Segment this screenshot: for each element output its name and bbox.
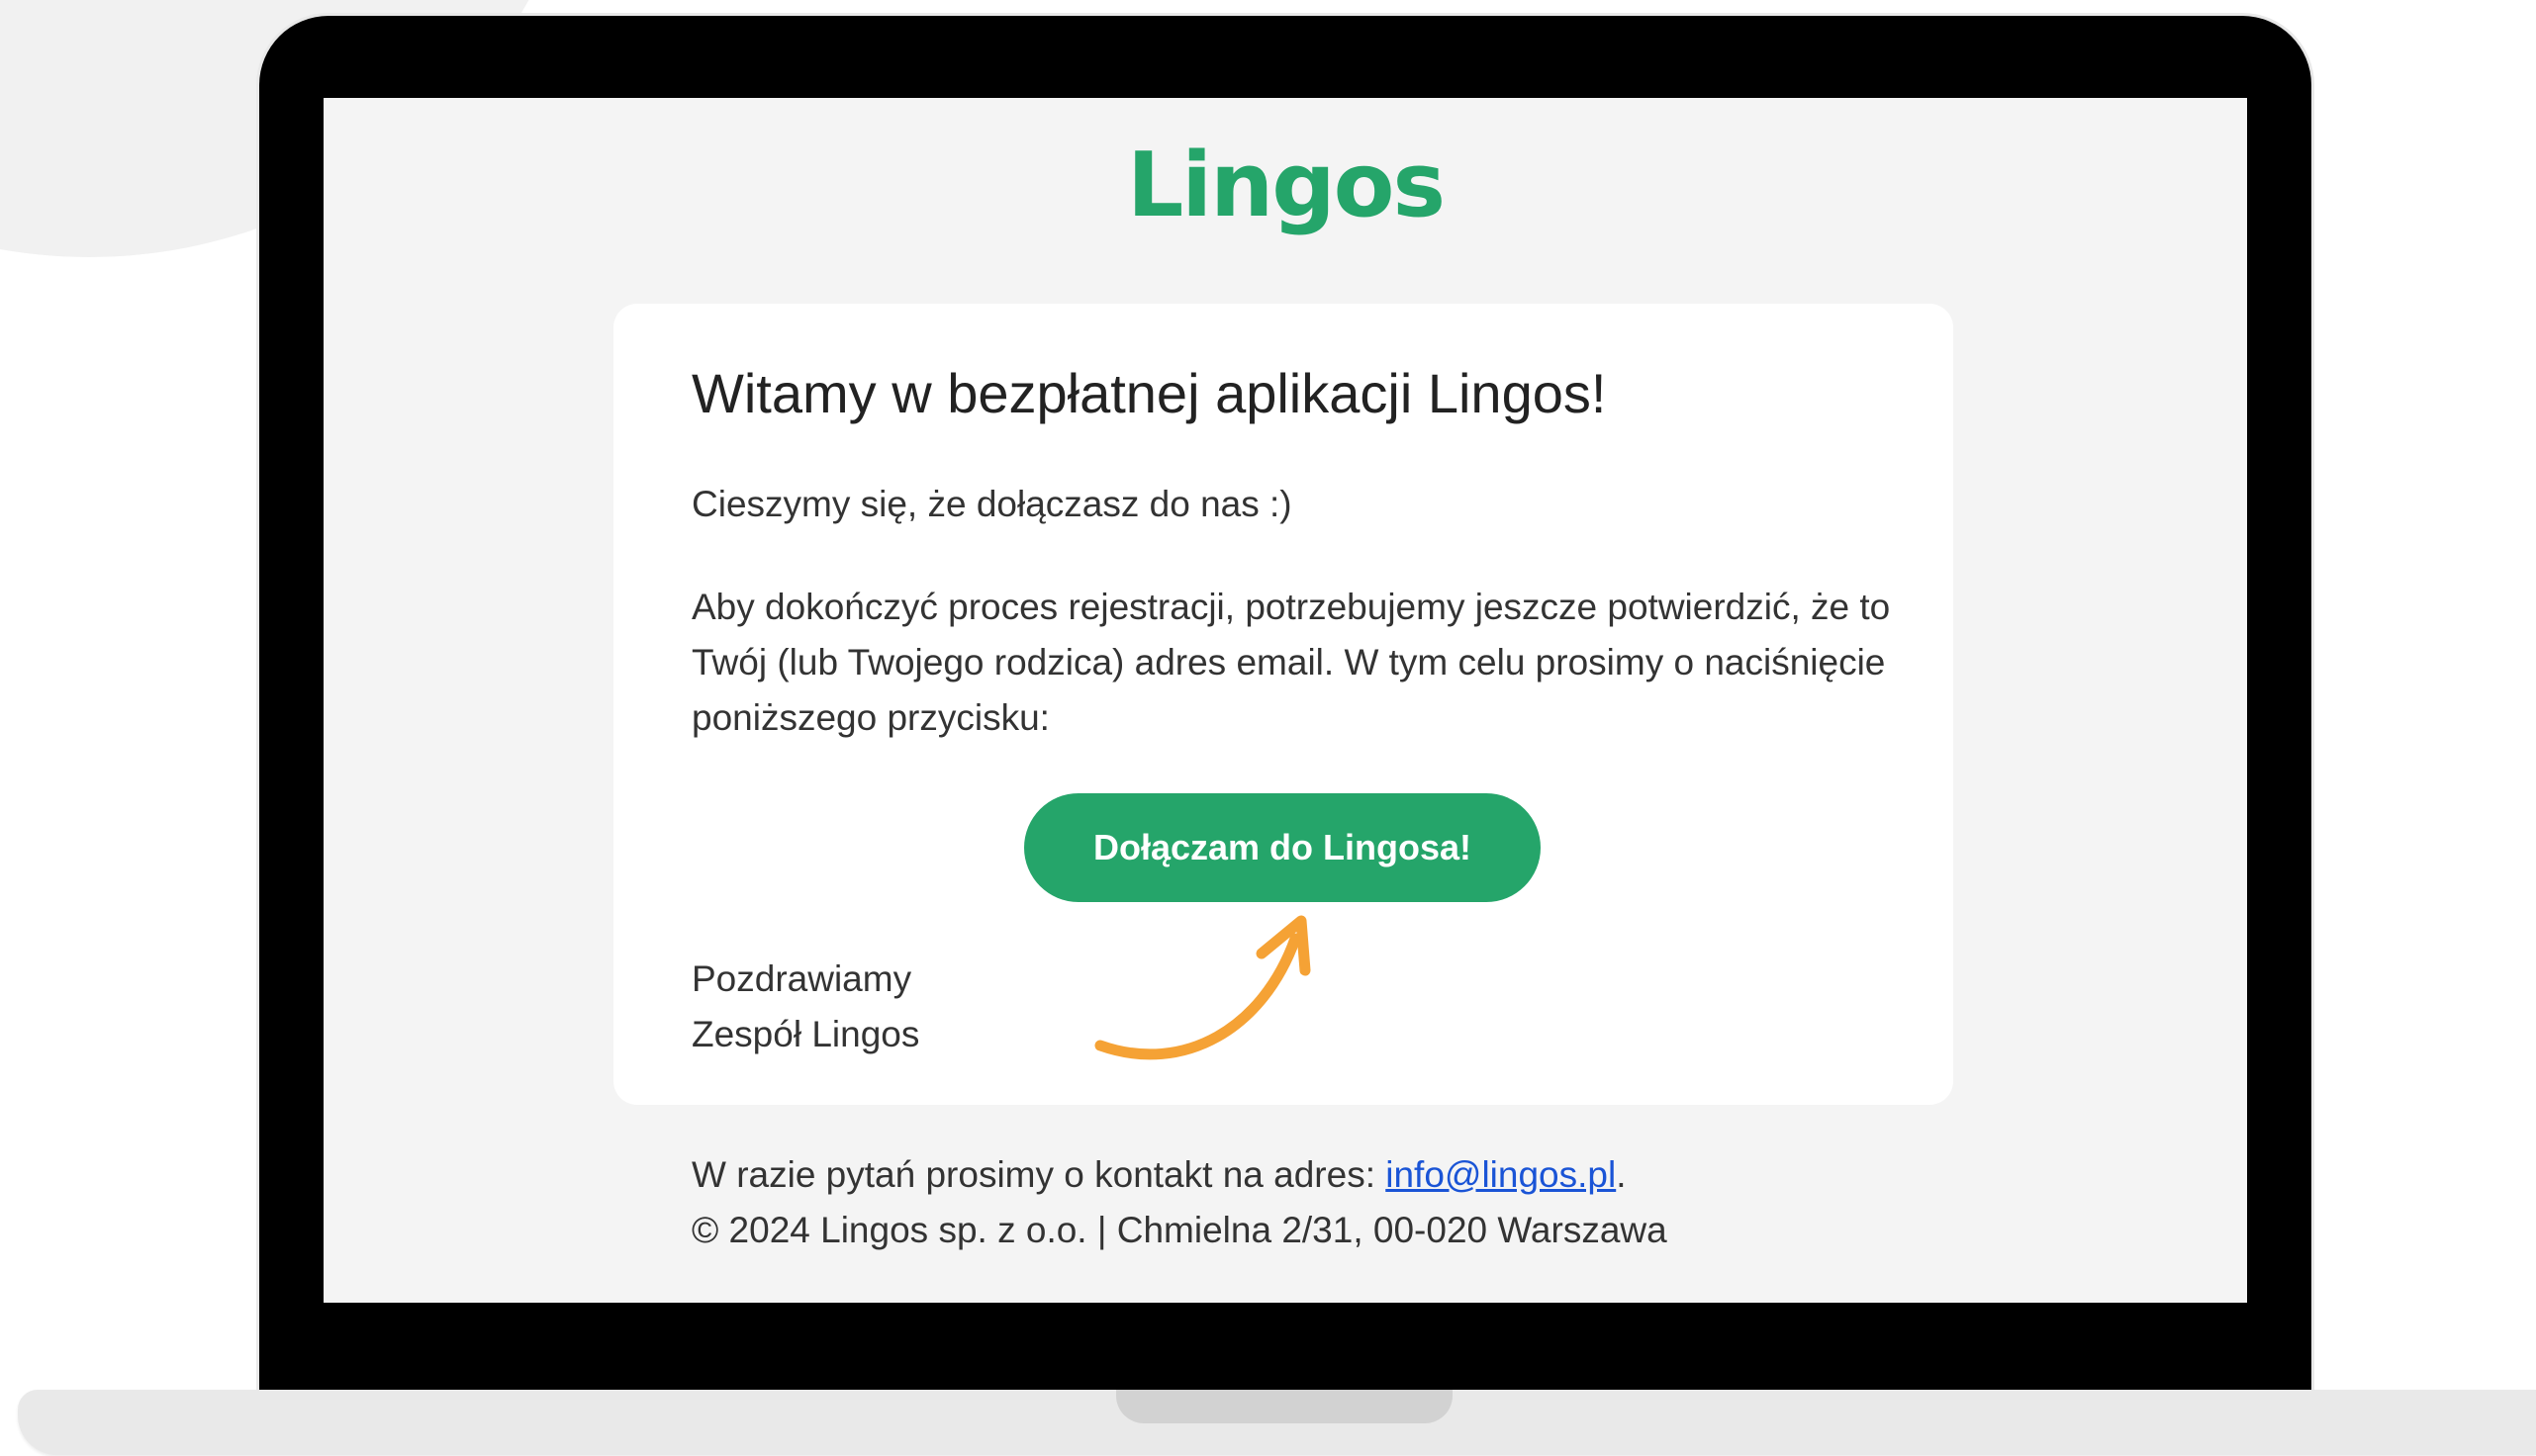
sign-off: Pozdrawiamy xyxy=(692,958,912,999)
contact-suffix: . xyxy=(1616,1154,1627,1195)
copyright-line: © 2024 Lingos sp. z o.o. | Chmielna 2/31… xyxy=(692,1210,1667,1250)
laptop-mockup-stage: Lingos Witamy w bezpłatnej aplikacji Lin… xyxy=(0,0,2536,1456)
laptop-notch xyxy=(1116,1390,1453,1423)
contact-line: W razie pytań prosimy o kontakt na adres… xyxy=(692,1147,1667,1203)
email-screen: Lingos Witamy w bezpłatnej aplikacji Lin… xyxy=(324,98,2247,1303)
contact-prefix: W razie pytań prosimy o kontakt na adres… xyxy=(692,1154,1386,1195)
signature-block: Pozdrawiamy Zespół Lingos xyxy=(692,952,919,1062)
email-body-text: Aby dokończyć proces rejestracji, potrze… xyxy=(692,587,1891,738)
curved-arrow-icon xyxy=(1094,915,1311,1060)
email-heading: Witamy w bezpłatnej aplikacji Lingos! xyxy=(692,362,1607,424)
contact-email-link[interactable]: info@lingos.pl xyxy=(1385,1154,1616,1195)
signature: Zespół Lingos xyxy=(692,1014,920,1054)
greeting-line: Cieszymy się, że dołączasz do nas :) xyxy=(692,484,1292,524)
lingos-logo: Lingos xyxy=(1126,134,1446,237)
email-footer: W razie pytań prosimy o kontakt na adres… xyxy=(692,1147,1667,1258)
join-lingos-button[interactable]: Dołączam do Lingosa! xyxy=(1024,793,1541,902)
